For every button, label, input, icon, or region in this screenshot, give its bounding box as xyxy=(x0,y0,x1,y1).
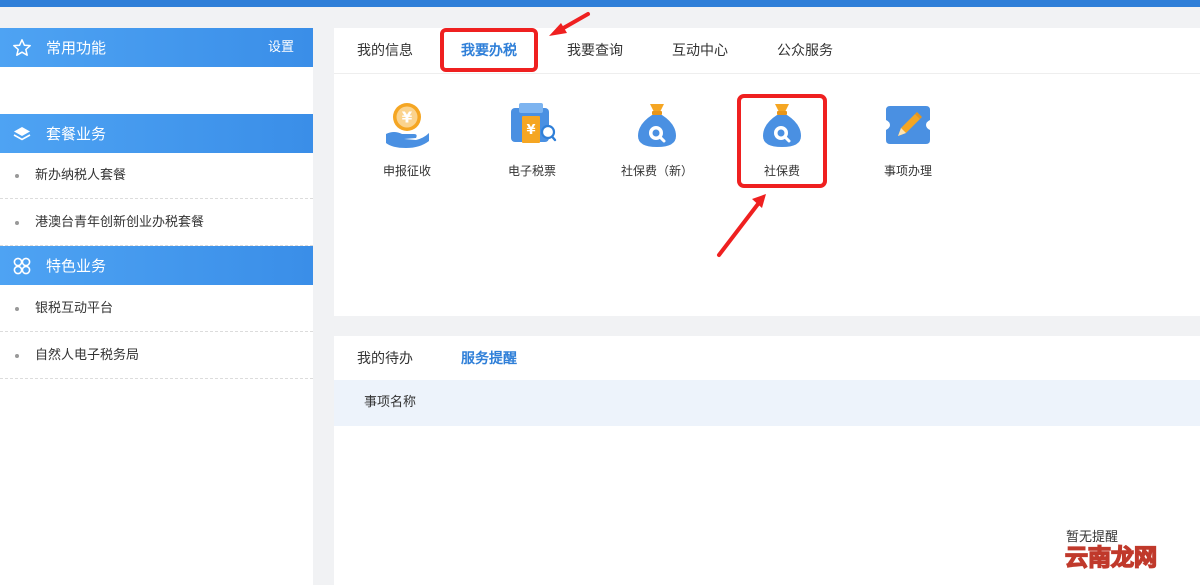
sidebar-item-label: 港澳台青年创新创业办税套餐 xyxy=(35,215,205,230)
tile-label: 申报征收 xyxy=(382,164,431,178)
coin-hand-icon: ¥ xyxy=(386,103,429,148)
annotation-highlight-box xyxy=(737,94,827,188)
tab-my-info[interactable]: 我的信息 xyxy=(357,41,413,61)
tab-service-reminders[interactable]: 服务提醒 xyxy=(461,349,517,369)
tax-ticket-icon: ¥ xyxy=(511,103,557,143)
tile-label: 事项办理 xyxy=(883,164,932,178)
svg-text:¥: ¥ xyxy=(526,123,535,138)
featured-business-title: 特色业务 xyxy=(46,257,107,275)
featured-business-header[interactable]: 特色业务 xyxy=(0,246,313,285)
svg-text:¥: ¥ xyxy=(402,109,413,127)
package-business-title: 套餐业务 xyxy=(46,125,107,143)
sidebar-item-new-taxpayer-package[interactable]: 新办纳税人套餐 xyxy=(0,153,313,199)
bullet-dot xyxy=(15,354,19,358)
watermark-logo: 云南龙网 xyxy=(1065,544,1158,571)
bullet-dot xyxy=(15,307,19,311)
column-header-item-name: 事项名称 xyxy=(364,395,417,410)
top-accent-bar xyxy=(0,0,1200,7)
sidebar-item-label: 自然人电子税务局 xyxy=(35,348,140,363)
tile-label: 电子税票 xyxy=(507,164,556,178)
table-header: 事项名称 xyxy=(334,380,1200,426)
layers-icon xyxy=(13,127,31,141)
bullet-dot xyxy=(15,221,19,225)
package-business-header[interactable]: 套餐业务 xyxy=(0,114,313,153)
sidebar-item-label: 新办纳税人套餐 xyxy=(35,168,127,183)
tab-my-todo[interactable]: 我的待办 xyxy=(357,349,413,369)
sidebar: 常用功能 设置 套餐业务 新办纳税人套餐 港澳台青年创新创业办税套餐 特色业务 … xyxy=(0,28,313,585)
common-functions-title: 常用功能 xyxy=(46,39,107,57)
tile-matter-handling[interactable]: 事项办理 xyxy=(858,100,958,184)
tab-public-services[interactable]: 公众服务 xyxy=(777,41,833,61)
pencil-ticket-icon xyxy=(886,106,930,144)
sidebar-item-hk-macao-taiwan-package[interactable]: 港澳台青年创新创业办税套餐 xyxy=(0,200,313,246)
tax-services-panel: 我的信息 我要办税 我要查询 互动中心 公众服务 ¥ 申报征收 ¥ 电子税票 社… xyxy=(334,28,1200,316)
sidebar-item-label: 银税互动平台 xyxy=(35,301,114,316)
bullet-dot xyxy=(15,174,19,178)
sidebar-item-individual-e-tax-bureau[interactable]: 自然人电子税务局 xyxy=(0,333,313,379)
clover-grid-icon xyxy=(13,257,31,275)
money-bag-search-icon xyxy=(638,104,676,147)
sidebar-item-bank-tax-platform[interactable]: 银税互动平台 xyxy=(0,286,313,332)
settings-link[interactable]: 设置 xyxy=(268,39,294,57)
common-functions-header[interactable]: 常用功能 设置 xyxy=(0,28,313,67)
tab-interaction-center[interactable]: 互动中心 xyxy=(672,41,728,61)
tile-label: 社保费（新） xyxy=(620,164,693,178)
tab-query[interactable]: 我要查询 xyxy=(567,41,623,61)
tile-electronic-tax-ticket[interactable]: ¥ 电子税票 xyxy=(482,100,582,184)
watermark-text: 云南龙网 xyxy=(1065,545,1157,571)
tile-declaration-collection[interactable]: ¥ 申报征收 xyxy=(357,100,457,184)
tile-social-insurance-new[interactable]: 社保费（新） xyxy=(607,100,707,184)
star-icon xyxy=(13,39,31,56)
annotation-highlight-box xyxy=(440,28,538,72)
